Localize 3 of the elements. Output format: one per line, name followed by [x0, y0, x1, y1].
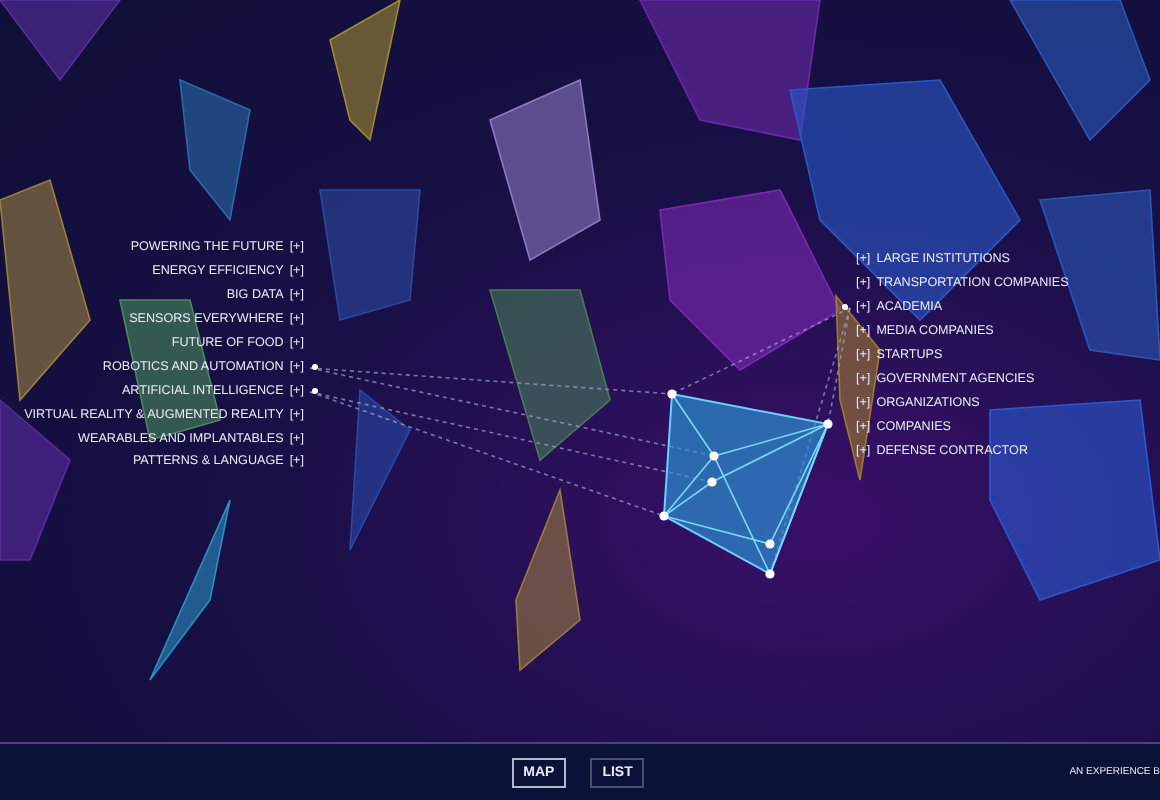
- connection-dot: [312, 387, 318, 394]
- connection-dot: [312, 363, 318, 370]
- connection-dot: [842, 304, 848, 311]
